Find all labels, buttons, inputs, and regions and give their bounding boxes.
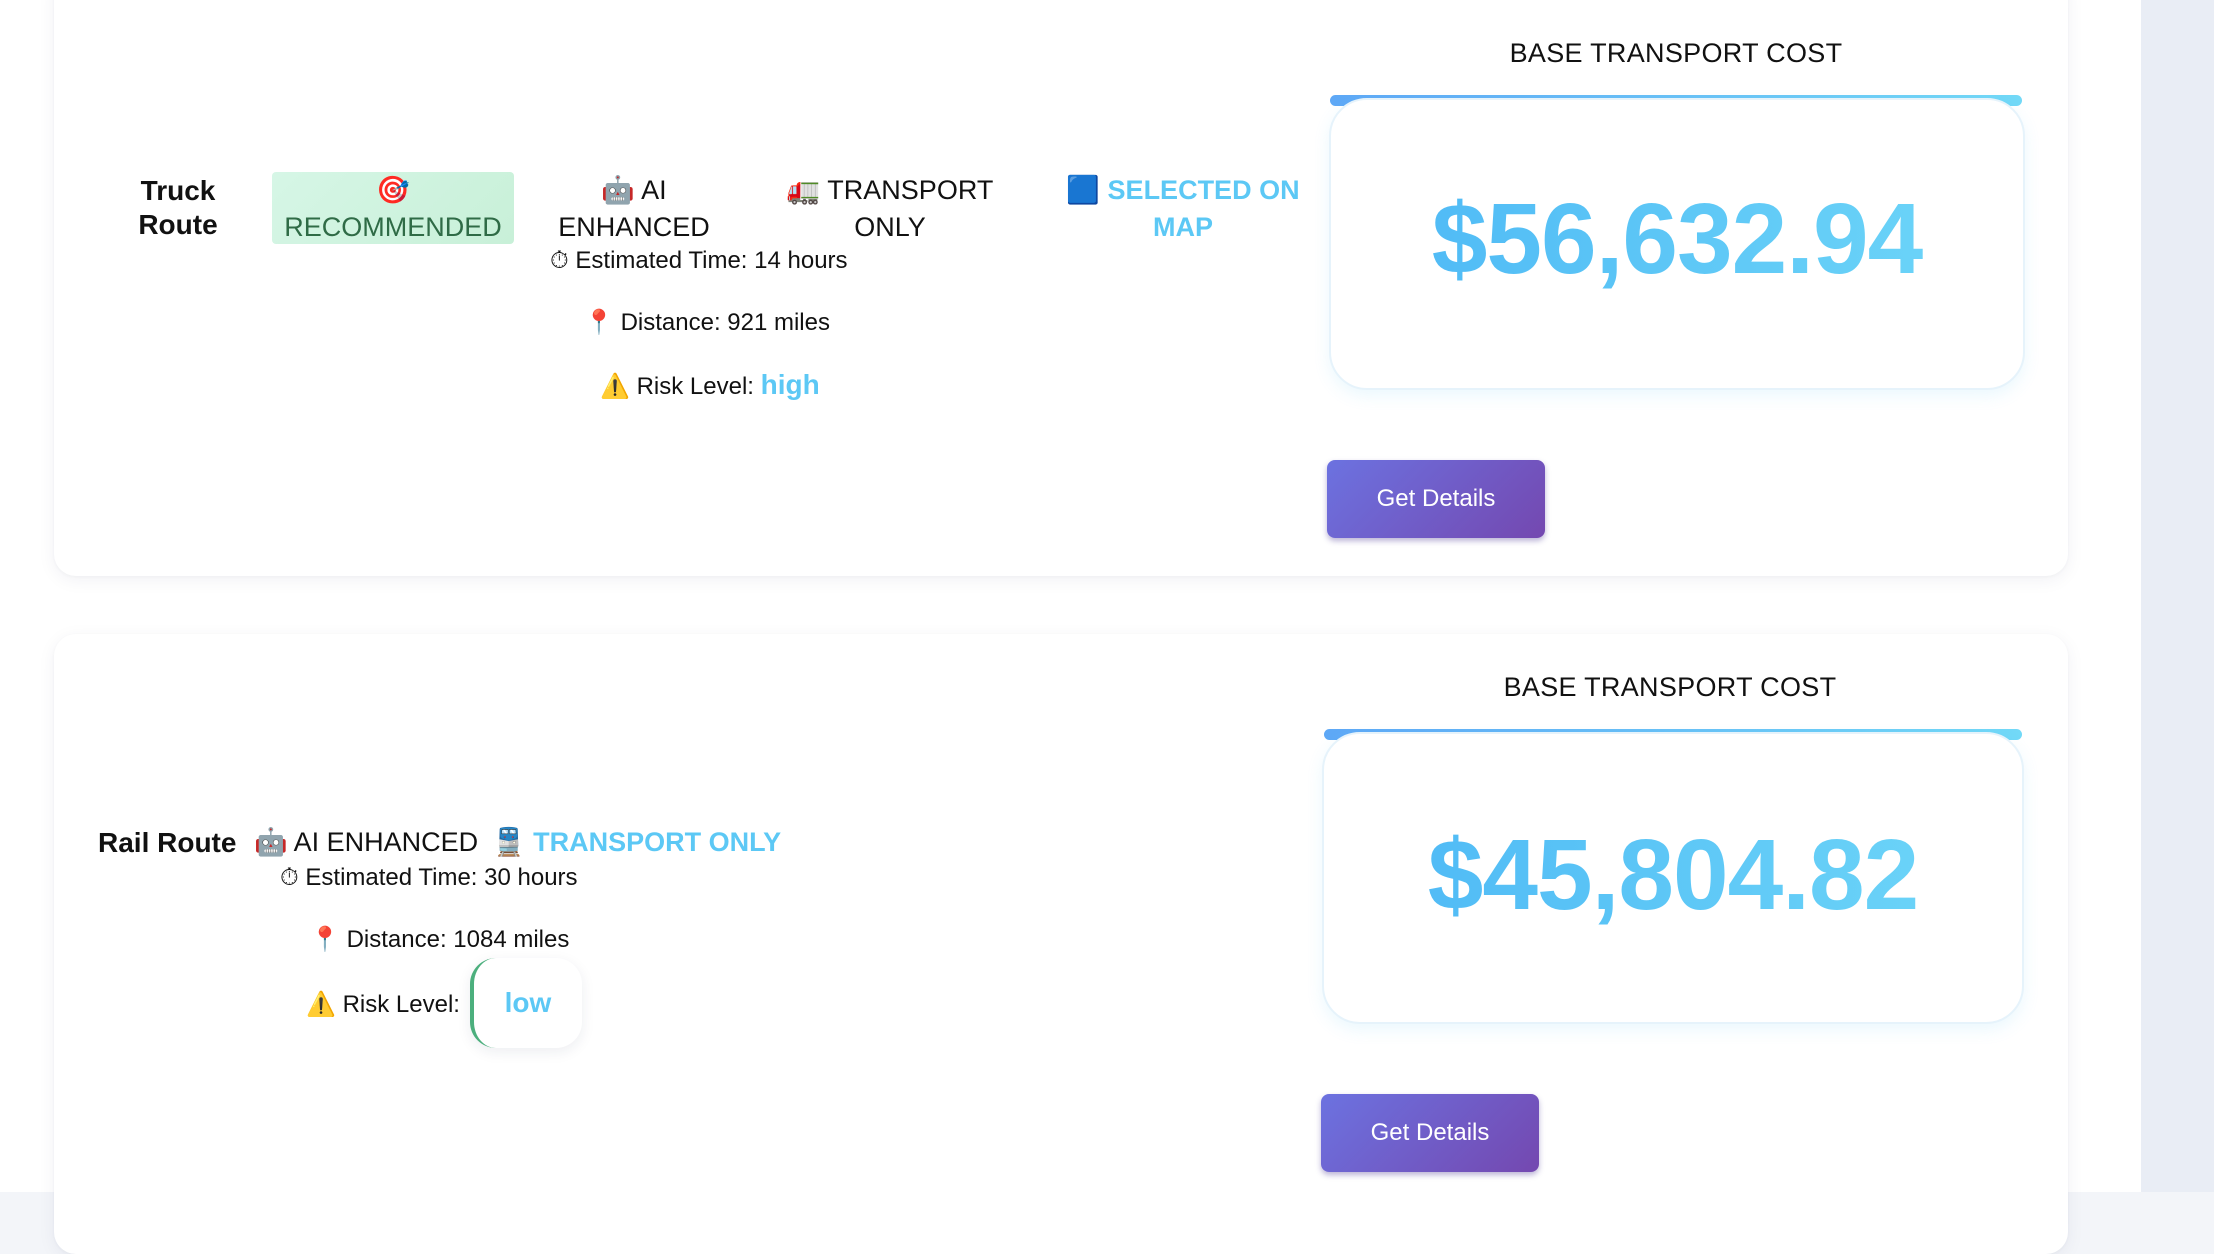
- get-details-button[interactable]: Get Details: [1321, 1094, 1539, 1172]
- blue-square-icon: 🟦: [1066, 175, 1101, 206]
- risk-label: Risk Level:: [342, 991, 460, 1018]
- right-gutter: [2141, 0, 2214, 1192]
- pin-icon: 📍: [310, 925, 340, 953]
- route-name-text: Rail Route: [98, 827, 237, 858]
- distance-text: Distance: 1084 miles: [346, 926, 570, 953]
- route-name: Rail Route: [98, 826, 236, 860]
- badge-label: TRANSPORT ONLY: [533, 827, 782, 857]
- risk-value-chip: low: [470, 958, 582, 1048]
- recommended-badge: 🎯 RECOMMENDED: [272, 172, 514, 244]
- estimated-time: ⏱ Estimated Time: 14 hours: [550, 245, 848, 276]
- stopwatch-icon: ⏱: [550, 246, 569, 274]
- ai-enhanced-badge: 🤖 AI ENHANCED: [254, 824, 478, 861]
- transport-only-badge: 🚆 TRANSPORT ONLY: [492, 824, 781, 861]
- cost-box: $45,804.82: [1322, 732, 2024, 1024]
- robot-icon: 🤖: [254, 827, 288, 858]
- target-icon: 🎯: [376, 175, 410, 206]
- distance: 📍 Distance: 921 miles: [584, 307, 830, 338]
- main-content: Truck Route 🎯 RECOMMENDED 🤖 AI ENHANCED …: [0, 0, 2141, 1254]
- robot-icon: 🤖: [601, 175, 636, 206]
- distance-text: Distance: 921 miles: [620, 309, 830, 336]
- risk-value: high: [760, 369, 820, 400]
- estimated-time: ⏱ Estimated Time: 30 hours: [280, 862, 578, 893]
- train-icon: 🚆: [492, 827, 526, 858]
- cost-label: BASE TRANSPORT COST: [1503, 672, 1837, 702]
- cost-value: $45,804.82: [1324, 818, 2022, 933]
- ai-enhanced-badge: 🤖 AI ENHANCED: [548, 172, 720, 245]
- route-name-text: Truck Route: [138, 175, 218, 240]
- cost-box: $56,632.94: [1329, 98, 2025, 390]
- estimated-time-text: Estimated Time: 14 hours: [575, 247, 848, 274]
- badge-label: TRANSPORT ONLY: [827, 175, 994, 242]
- badge-label: AI ENHANCED: [293, 827, 479, 857]
- risk-level: ⚠️ Risk Level: high: [600, 370, 820, 402]
- get-details-button[interactable]: Get Details: [1327, 460, 1545, 538]
- risk-label: Risk Level:: [636, 373, 754, 400]
- pin-icon: 📍: [584, 308, 614, 336]
- selected-on-map-badge: 🟦 SELECTED ON MAP: [1058, 172, 1308, 245]
- estimated-time-text: Estimated Time: 30 hours: [305, 864, 578, 891]
- warning-icon: ⚠️: [600, 372, 630, 400]
- distance: 📍 Distance: 1084 miles: [310, 924, 569, 955]
- route-name: Truck Route: [118, 174, 238, 242]
- warning-icon: ⚠️: [306, 990, 336, 1018]
- truck-icon: 🚛: [786, 175, 821, 206]
- risk-level: ⚠️ Risk Level:: [306, 989, 460, 1020]
- transport-only-badge: 🚛 TRANSPORT ONLY: [780, 172, 1000, 245]
- risk-value: low: [504, 987, 552, 1018]
- cost-value: $56,632.94: [1331, 182, 2023, 297]
- badge-label: SELECTED ON MAP: [1107, 175, 1300, 242]
- stopwatch-icon: ⏱: [280, 863, 299, 891]
- cost-label: BASE TRANSPORT COST: [1509, 38, 1843, 68]
- badge-label: RECOMMENDED: [284, 212, 502, 242]
